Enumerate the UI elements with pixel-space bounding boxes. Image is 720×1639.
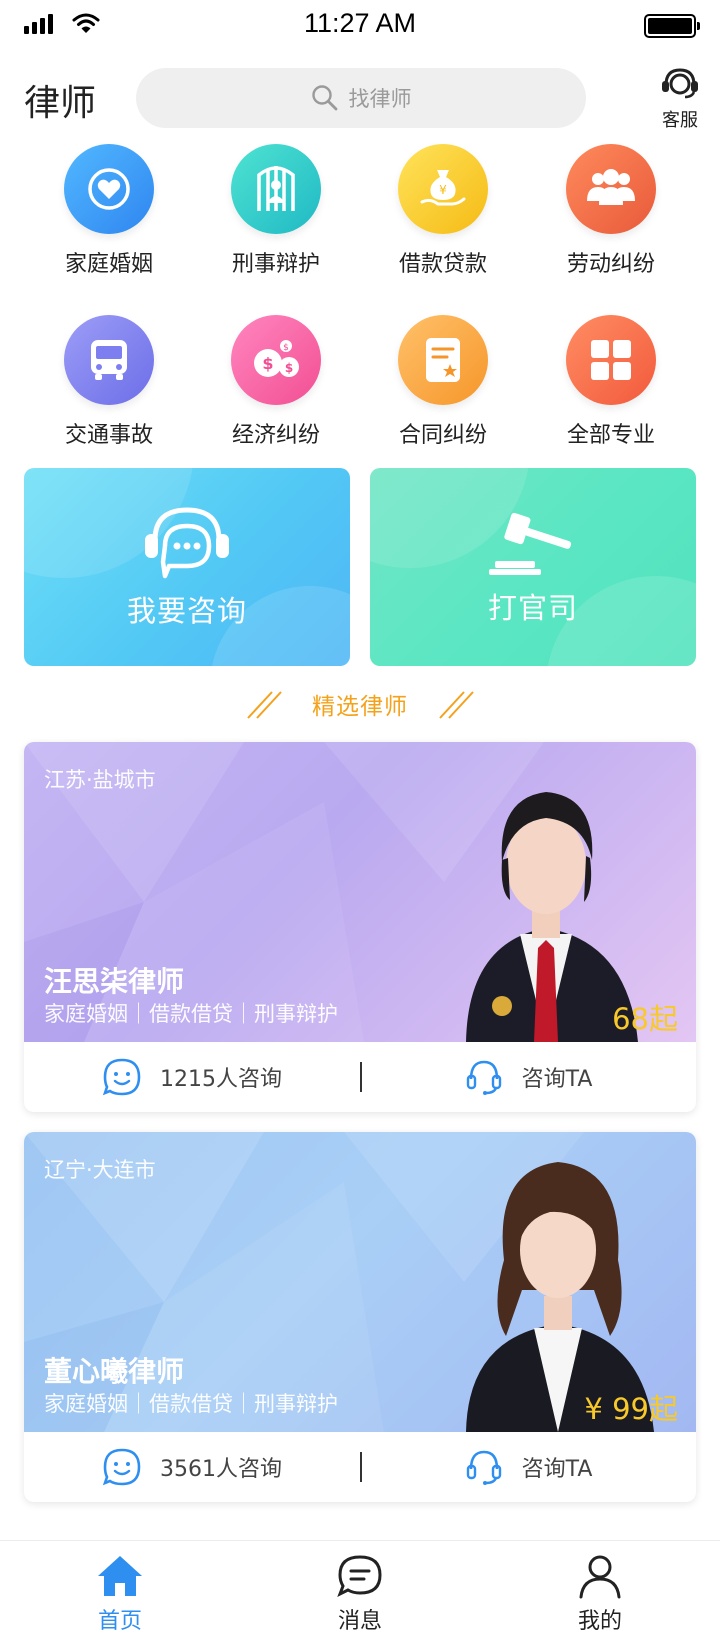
- consult-count-text: 1215人咨询: [160, 1067, 282, 1092]
- category-criminal-defense[interactable]: 刑事辩护: [201, 144, 351, 278]
- status-time: 11:27 AM: [303, 8, 417, 38]
- message-icon: [337, 1555, 382, 1598]
- money-bag-icon: ¥: [398, 144, 488, 234]
- category-family-marriage[interactable]: 家庭婚姻: [34, 144, 184, 278]
- category-label: 刑事辩护: [231, 252, 320, 277]
- svg-text:$: $: [283, 343, 289, 353]
- category-label: 合同纠纷: [398, 423, 487, 448]
- divider: [360, 1062, 362, 1092]
- grid-icon: [566, 315, 656, 405]
- lawyer-specialties: 家庭婚姻｜借款借贷｜刑事辩护: [44, 1002, 338, 1026]
- lawyer-specialties: 家庭婚姻｜借款借贷｜刑事辩护: [44, 1392, 338, 1416]
- category-economic-dispute[interactable]: $ $ $ 经济纠纷: [201, 315, 351, 449]
- lawyer-name: 汪思柒律师: [44, 965, 185, 998]
- tab-label: 我的: [577, 1609, 622, 1634]
- lawyer-location: 辽宁·大连市: [44, 1158, 156, 1182]
- consult-ta-label: 咨询TA: [521, 1067, 593, 1092]
- divider: [360, 1452, 362, 1482]
- search-icon: [311, 85, 337, 111]
- battery-icon: [644, 14, 700, 38]
- status-bar: 11:27 AM: [0, 0, 720, 52]
- headset-icon: [662, 68, 698, 99]
- section-title: 精选律师: [312, 694, 408, 720]
- home-icon: [98, 1556, 142, 1596]
- lawyer-price: 68起: [612, 996, 678, 1038]
- user-icon: [579, 1555, 621, 1599]
- stripes-decoration-icon: [247, 691, 282, 719]
- svg-text:$: $: [285, 361, 293, 375]
- bottom-tab-bar: 首页 消息 我的: [0, 1540, 720, 1639]
- consult-ta-button[interactable]: 咨询TA: [360, 1057, 696, 1097]
- consult-ta-button[interactable]: 咨询TA: [360, 1447, 696, 1487]
- consult-banner[interactable]: 我要咨询: [24, 468, 350, 666]
- category-loans[interactable]: ¥ 借款贷款: [368, 144, 518, 278]
- customer-service-label: 客服: [662, 110, 698, 131]
- lawyer-price-value: 68起: [612, 1002, 678, 1036]
- tab-label: 首页: [97, 1609, 142, 1634]
- category-label: 经济纠纷: [231, 423, 320, 448]
- lawyer-name: 董心曦律师: [44, 1355, 185, 1388]
- smile-chat-icon: [102, 1448, 141, 1486]
- contract-icon: [398, 315, 488, 405]
- people-icon: [566, 144, 656, 234]
- search-placeholder: 找律师: [348, 87, 412, 111]
- category-label: 家庭婚姻: [64, 252, 153, 277]
- stripes-decoration-icon: [439, 691, 474, 719]
- lawyer-card-header: 辽宁·大连市 董心曦律师 家庭婚姻｜借款借贷｜刑事辩护 ¥ 99起: [24, 1132, 696, 1432]
- tab-label: 消息: [337, 1609, 382, 1634]
- category-all-specialties[interactable]: 全部专业: [536, 315, 686, 449]
- category-labor-dispute[interactable]: 劳动纠纷: [536, 144, 686, 278]
- lawyer-location: 江苏·盐城市: [44, 768, 156, 792]
- customer-service-button[interactable]: 客服: [652, 66, 708, 132]
- lawsuit-banner[interactable]: 打官司: [370, 468, 696, 666]
- heart-icon: [64, 144, 154, 234]
- headset-icon: [466, 1450, 501, 1485]
- category-traffic-accident[interactable]: 交通事故: [34, 315, 184, 449]
- headset-icon: [466, 1060, 501, 1095]
- section-featured-lawyers: 精选律师: [0, 686, 720, 722]
- lawyer-price-value: ¥ 99起: [584, 1392, 678, 1426]
- lawyer-card[interactable]: 江苏·盐城市 汪思柒律师 家庭婚姻｜借款借贷｜刑事辩护 68起 1215人咨询 …: [24, 742, 696, 1112]
- tab-profile[interactable]: 我的: [480, 1541, 720, 1639]
- lawyer-price: ¥ 99起: [584, 1386, 678, 1428]
- smile-chat-icon: [102, 1058, 141, 1096]
- category-label: 借款贷款: [398, 252, 487, 277]
- svg-text:¥: ¥: [439, 183, 447, 197]
- consult-count: 1215人咨询: [24, 1057, 360, 1097]
- consult-ta-label: 咨询TA: [521, 1457, 593, 1482]
- page-title: 律师: [24, 83, 97, 124]
- prison-bars-icon: [231, 144, 321, 234]
- category-label: 劳动纠纷: [566, 252, 655, 277]
- tab-home[interactable]: 首页: [0, 1541, 240, 1639]
- lawsuit-banner-label: 打官司: [487, 591, 578, 625]
- category-contract-dispute[interactable]: 合同纠纷: [368, 315, 518, 449]
- tab-messages[interactable]: 消息: [240, 1541, 480, 1639]
- lawyer-card-actions: 3561人咨询 咨询TA: [24, 1432, 696, 1502]
- consult-count: 3561人咨询: [24, 1447, 360, 1487]
- lawyer-card-header: 江苏·盐城市 汪思柒律师 家庭婚姻｜借款借贷｜刑事辩护 68起: [24, 742, 696, 1042]
- coins-icon: $ $ $: [231, 315, 321, 405]
- lawyer-card-actions: 1215人咨询 咨询TA: [24, 1042, 696, 1112]
- lawyer-card[interactable]: 辽宁·大连市 董心曦律师 家庭婚姻｜借款借贷｜刑事辩护 ¥ 99起 3561人咨…: [24, 1132, 696, 1502]
- category-label: 全部专业: [566, 423, 655, 448]
- svg-text:$: $: [262, 354, 273, 373]
- bus-icon: [64, 315, 154, 405]
- consult-count-text: 3561人咨询: [160, 1457, 282, 1482]
- category-label: 交通事故: [64, 423, 153, 448]
- consult-banner-label: 我要咨询: [126, 594, 247, 628]
- search-input[interactable]: 找律师: [136, 68, 586, 128]
